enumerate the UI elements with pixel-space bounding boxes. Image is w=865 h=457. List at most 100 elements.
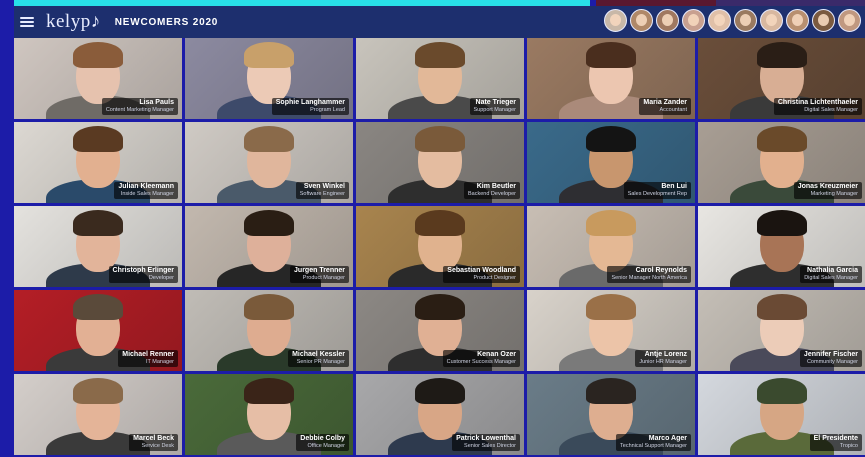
video-tile[interactable]: Michael Renner IT Manager	[14, 290, 182, 371]
participant-hair	[73, 210, 123, 236]
video-tile[interactable]: Christoph Erlinger Developer	[14, 206, 182, 287]
participant-role: Digital Sales Manager	[804, 275, 858, 281]
video-tile[interactable]: Marcel Beck Service Desk	[14, 374, 182, 455]
participant-nameplate: Kenan Ozer Customer Success Manager	[442, 350, 520, 367]
participant-hair	[757, 378, 807, 404]
participant-nameplate: Christina Lichtenthaeler Digital Sales Ma…	[773, 98, 862, 115]
participant-hair	[415, 294, 465, 320]
participant-avatar[interactable]	[838, 9, 861, 32]
participant-hair	[244, 42, 294, 68]
participant-name: Nathalia Garcia	[807, 267, 858, 274]
video-tile[interactable]: Nathalia Garcia Digital Sales Manager	[698, 206, 865, 287]
participant-hair	[415, 126, 465, 152]
participant-hair	[415, 210, 465, 236]
participant-role: Junior HR Manager	[639, 359, 687, 365]
participant-name: Julian Kleemann	[118, 183, 174, 190]
participant-nameplate: Julian Kleemann Inside Sales Manager	[114, 182, 178, 199]
participant-name: Marcel Beck	[133, 435, 174, 442]
video-tile[interactable]: Sebastian Woodland Product Designer	[356, 206, 524, 287]
participant-role: Tropico	[839, 443, 858, 449]
participant-nameplate: Kim Beutler Backend Developer	[463, 182, 520, 199]
participant-name: Jurgen Trenner	[294, 267, 345, 274]
participant-name: Sophie Langhammer	[275, 99, 345, 106]
video-tile[interactable]: Jonas Kreuzmeier Marketing Manager	[698, 122, 865, 203]
video-tile[interactable]: Michael Kessler Senior PR Manager	[185, 290, 353, 371]
participant-nameplate: Nathalia Garcia Digital Sales Manager	[800, 266, 862, 283]
participant-role: Product Designer	[473, 275, 517, 281]
participant-nameplate: Christoph Erlinger Developer	[108, 266, 178, 283]
participant-nameplate: Michael Kessler Senior PR Manager	[288, 350, 349, 367]
participant-nameplate: Sophie Langhammer Program Lead	[271, 98, 349, 115]
participant-nameplate: Patrick Lowenthal Senior Sales Director	[452, 434, 520, 451]
participant-hair	[586, 42, 636, 68]
participant-name: Michael Renner	[122, 351, 174, 358]
video-tile[interactable]: El Presidente Tropico	[698, 374, 865, 455]
participant-nameplate: Antje Lorenz Junior HR Manager	[635, 350, 691, 367]
participant-role: Developer	[148, 275, 174, 281]
video-tile[interactable]: Sophie Langhammer Program Lead	[185, 38, 353, 119]
participant-role: Sales Development Rep	[627, 191, 687, 197]
participant-role: Program Lead	[310, 107, 345, 113]
video-tile[interactable]: Jurgen Trenner Product Manager	[185, 206, 353, 287]
participant-role: Senior PR Manager	[296, 359, 345, 365]
video-tile[interactable]: Jennifer Fischer Community Manager	[698, 290, 865, 371]
participant-role: Support Manager	[473, 107, 517, 113]
participant-role: Software Engineer	[299, 191, 345, 197]
participant-nameplate: Jennifer Fischer Community Manager	[799, 350, 862, 367]
participant-avatar[interactable]	[786, 9, 809, 32]
participant-role: Marketing Manager	[810, 191, 858, 197]
video-tile[interactable]: Maria Zander Accountant	[527, 38, 695, 119]
video-tile[interactable]: Lisa Pauls Content Marketing Manager	[14, 38, 182, 119]
participant-role: IT Manager	[145, 359, 174, 365]
participant-nameplate: Jurgen Trenner Product Manager	[290, 266, 349, 283]
video-tile[interactable]: Sven Winkel Software Engineer	[185, 122, 353, 203]
video-tile[interactable]: Kenan Ozer Customer Success Manager	[356, 290, 524, 371]
participant-nameplate: Lisa Pauls Content Marketing Manager	[101, 98, 178, 115]
participant-avatar[interactable]	[734, 9, 757, 32]
video-tile[interactable]: Kim Beutler Backend Developer	[356, 122, 524, 203]
participant-avatar[interactable]	[708, 9, 731, 32]
menu-icon[interactable]	[20, 15, 34, 29]
participant-role: Technical Support Manager	[620, 443, 687, 449]
video-tile[interactable]: Ben Lui Sales Development Rep	[527, 122, 695, 203]
participant-name: Nate Trieger	[475, 99, 516, 106]
participant-hair	[415, 42, 465, 68]
participant-role: Content Marketing Manager	[105, 107, 174, 113]
video-tile[interactable]: Patrick Lowenthal Senior Sales Director	[356, 374, 524, 455]
participant-hair	[73, 294, 123, 320]
participant-name: Jennifer Fischer	[803, 351, 858, 358]
participant-avatar[interactable]	[682, 9, 705, 32]
participant-hair	[586, 294, 636, 320]
participant-role: Product Manager	[302, 275, 345, 281]
participant-nameplate: Jonas Kreuzmeier Marketing Manager	[793, 182, 862, 199]
video-tile[interactable]: Debbie Colby Office Manager	[185, 374, 353, 455]
participant-avatar[interactable]	[812, 9, 835, 32]
video-tile[interactable]: Julian Kleemann Inside Sales Manager	[14, 122, 182, 203]
participant-name: Debbie Colby	[300, 435, 345, 442]
video-tile[interactable]: Nate Trieger Support Manager	[356, 38, 524, 119]
participant-name: Christoph Erlinger	[112, 267, 174, 274]
video-tile[interactable]: Antje Lorenz Junior HR Manager	[527, 290, 695, 371]
participant-avatar[interactable]	[630, 9, 653, 32]
participant-role: Customer Success Manager	[446, 359, 516, 365]
video-tile[interactable]: Marco Ager Technical Support Manager	[527, 374, 695, 455]
video-tile[interactable]: Christina Lichtenthaeler Digital Sales Ma…	[698, 38, 865, 119]
app-logo[interactable]: kelyp♪	[46, 11, 101, 33]
participant-avatar[interactable]	[604, 9, 627, 32]
participant-avatar[interactable]	[656, 9, 679, 32]
participant-nameplate: Maria Zander Accountant	[639, 98, 691, 115]
participant-nameplate: Sebastian Woodland Product Designer	[443, 266, 520, 283]
participant-nameplate: Nate Trieger Support Manager	[469, 98, 520, 115]
participant-avatar-list	[604, 9, 861, 32]
participant-nameplate: Carol Reynolds Senior Manager North Ameri…	[607, 266, 691, 283]
participant-hair	[757, 126, 807, 152]
participant-hair	[244, 294, 294, 320]
participant-hair	[73, 378, 123, 404]
participant-hair	[415, 378, 465, 404]
participant-role: Senior Sales Director	[464, 443, 516, 449]
participant-role: Digital Sales Manager	[804, 107, 858, 113]
participant-role: Accountant	[659, 107, 687, 113]
participant-name: Kenan Ozer	[477, 351, 516, 358]
video-tile[interactable]: Carol Reynolds Senior Manager North Ameri…	[527, 206, 695, 287]
participant-avatar[interactable]	[760, 9, 783, 32]
